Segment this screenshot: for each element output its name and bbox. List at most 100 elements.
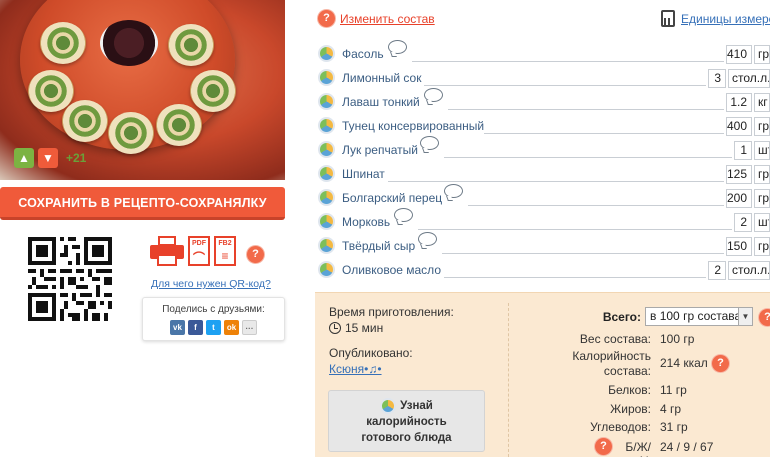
chevron-down-icon: ▼ (738, 308, 752, 325)
time-row: 15 мин (329, 321, 383, 335)
unit-select[interactable]: шт. (754, 213, 770, 232)
quantity-input[interactable]: 2 (708, 261, 726, 280)
quantity-input[interactable]: 1 (734, 141, 752, 160)
change-composition[interactable]: ? Изменить состав (318, 10, 435, 27)
qr-help-link[interactable]: Для чего нужен QR-код? (151, 278, 271, 290)
carbs-label: Углеводов: (590, 420, 651, 434)
weight-value: 100 гр (660, 332, 695, 346)
pdf-label: PDF (192, 240, 206, 247)
ingredient-name[interactable]: Морковь (342, 215, 390, 229)
total-basis-value: в 100 гр состава (650, 309, 742, 323)
quantity-input[interactable]: 1.2 (726, 93, 752, 112)
save-to-recipebox-button[interactable]: СОХРАНИТЬ В РЕЦЕПТО-СОХРАНЯЛКУ (0, 187, 285, 220)
quantity-input[interactable]: 2 (734, 213, 752, 232)
comment-icon[interactable] (420, 136, 439, 150)
unit-select[interactable]: кг (754, 93, 770, 112)
comment-icon[interactable] (388, 40, 407, 54)
printer-icon[interactable] (150, 236, 184, 266)
quantity-input[interactable]: 200 (726, 189, 752, 208)
ingredient-icon[interactable] (318, 117, 335, 134)
qr-code (28, 237, 112, 321)
quantity-input[interactable]: 410 (726, 45, 752, 64)
quantity-input[interactable]: 3 (708, 69, 726, 88)
ingredient-name[interactable]: Оливковое масло (342, 263, 441, 277)
ingredient-icon[interactable] (318, 165, 335, 182)
ingredient-icon[interactable] (318, 189, 335, 206)
unit-select[interactable]: стол.л. (728, 261, 770, 280)
calorie-calculator-button[interactable]: Узнай калорийность готового блюда (328, 390, 485, 452)
ingredient-name[interactable]: Болгарский перец (342, 191, 442, 205)
units-link[interactable]: Единицы измерения (681, 12, 770, 26)
share-more-icon[interactable]: ··· (242, 320, 257, 335)
ingredient-leader-line (444, 277, 706, 278)
ingredient-icon[interactable] (318, 69, 335, 86)
calorie-icon (380, 398, 397, 414)
recipe-photo[interactable]: ▲ ▼ +21 (0, 0, 285, 180)
roll-image (108, 112, 154, 154)
ingredient-icon[interactable] (318, 261, 335, 278)
calculator-icon (661, 10, 675, 27)
time-label: Время приготовления: (329, 305, 454, 319)
unit-select[interactable]: гр (754, 189, 770, 208)
roll-image (156, 104, 202, 146)
ingredient-name[interactable]: Лук репчатый (342, 143, 418, 157)
ingredient-row: Тунец консервированный 400 гр (318, 114, 770, 138)
ingredient-name[interactable]: Лаваш тонкий (342, 95, 420, 109)
total-label: Всего: (602, 310, 641, 324)
unit-select[interactable]: шт. (754, 141, 770, 160)
thumbs-up-icon[interactable]: ▲ (14, 148, 34, 168)
ingredient-leader-line (388, 181, 724, 182)
roll-image (190, 70, 236, 112)
comment-icon[interactable] (418, 232, 437, 246)
ingredient-row: Морковь 2шт. (318, 208, 770, 234)
share-icons: vk f t ok ··· (143, 320, 284, 335)
ingredient-name[interactable]: Шпинат (342, 167, 385, 181)
bju-help-icon[interactable]: ? (595, 438, 612, 455)
ingredient-row: Лук репчатый 1шт. (318, 136, 770, 162)
ingredient-icon[interactable] (318, 45, 335, 62)
comment-icon[interactable] (444, 184, 463, 198)
export-help-icon[interactable]: ? (247, 246, 264, 263)
clock-icon (329, 322, 341, 334)
unit-select[interactable]: гр (754, 237, 770, 256)
published-label: Опубликовано: (329, 346, 413, 360)
ingredient-name[interactable]: Фасоль (342, 47, 384, 61)
unit-select[interactable]: гр (754, 117, 770, 136)
ingredient-row: Болгарский перец 200 гр (318, 184, 770, 210)
share-ok-icon[interactable]: ok (224, 320, 239, 335)
quantity-input[interactable]: 125 (726, 165, 752, 184)
unit-select[interactable]: гр (754, 165, 770, 184)
ingredient-leader-line (412, 61, 724, 62)
share-fb-icon[interactable]: f (188, 320, 203, 335)
ingredient-name[interactable]: Тунец консервированный (342, 119, 484, 133)
help-icon[interactable]: ? (318, 10, 335, 27)
unit-select[interactable]: гр (754, 45, 770, 64)
ingredient-name[interactable]: Лимонный сок (342, 71, 421, 85)
unit-select[interactable]: стол.л. (728, 69, 770, 88)
fb2-icon[interactable]: FB2 ≡ (214, 236, 236, 266)
ingredient-row: Шпинат 125 гр (318, 162, 770, 186)
ingredient-icon[interactable] (318, 141, 335, 158)
calories-help-icon[interactable]: ? (712, 355, 729, 372)
total-basis-select[interactable]: в 100 гр состава ▼ (645, 307, 753, 326)
change-composition-link[interactable]: Изменить состав (340, 12, 435, 26)
author-link[interactable]: Ксюня•♫• (329, 362, 382, 376)
fat-label: Жиров: (610, 402, 651, 416)
ingredient-icon[interactable] (318, 237, 335, 254)
comment-icon[interactable] (424, 88, 443, 102)
quantity-input[interactable]: 150 (726, 237, 752, 256)
total-help-icon[interactable]: ? (759, 309, 770, 326)
share-tw-icon[interactable]: t (206, 320, 221, 335)
thumbs-down-icon[interactable]: ▼ (38, 148, 58, 168)
quantity-input[interactable]: 400 (726, 117, 752, 136)
ingredient-leader-line (442, 253, 724, 254)
ingredient-name[interactable]: Твёрдый сыр (342, 239, 415, 253)
comment-icon[interactable] (394, 208, 413, 222)
units-control[interactable]: Единицы измерения (661, 10, 770, 27)
nutrition-panel: Время приготовления: 15 мин Опубликовано… (315, 292, 770, 457)
share-vk-icon[interactable]: vk (170, 320, 185, 335)
ingredient-icon[interactable] (318, 213, 335, 230)
ingredient-icon[interactable] (318, 93, 335, 110)
pdf-icon[interactable]: PDF ⌒ (188, 236, 210, 266)
fat-value: 4 гр (660, 402, 682, 416)
